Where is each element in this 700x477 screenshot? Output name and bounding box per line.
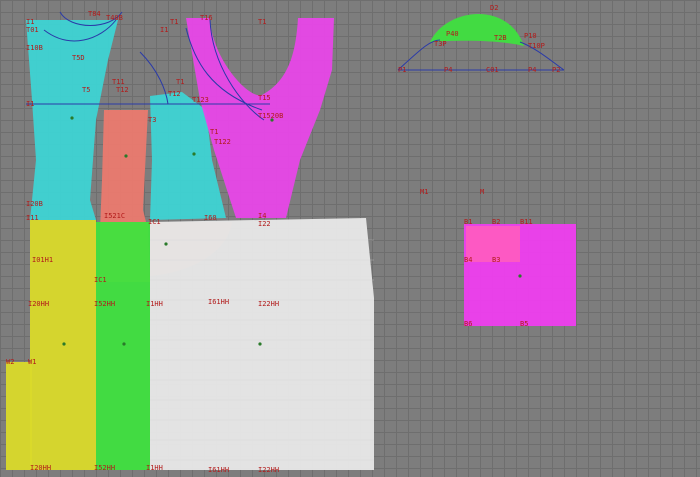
label: B2 bbox=[492, 218, 500, 226]
label: I1 bbox=[160, 26, 168, 34]
label: P1 bbox=[398, 66, 406, 74]
label: T10P bbox=[528, 42, 545, 50]
label: W2 bbox=[6, 358, 14, 366]
label: I20HH bbox=[30, 464, 51, 472]
label: I22HH bbox=[258, 300, 279, 308]
label: T1 bbox=[210, 128, 218, 136]
pattern-drawing[interactable]: I1 T01 I10B T84 T40B T5D T5 I1 T11 T12 I… bbox=[0, 0, 700, 477]
label: I52HH bbox=[94, 300, 115, 308]
label: I1HH bbox=[146, 464, 163, 472]
label: T3P bbox=[434, 40, 447, 48]
label: I01H1 bbox=[32, 256, 53, 264]
label: I20HH bbox=[28, 300, 49, 308]
label: T1520B bbox=[258, 112, 283, 120]
label: T84 bbox=[88, 10, 101, 18]
label: T16 bbox=[200, 14, 213, 22]
label: I4 bbox=[258, 212, 266, 220]
label: IC1 bbox=[94, 276, 107, 284]
pattern-pieces[interactable] bbox=[6, 13, 576, 470]
label: T12 bbox=[116, 86, 129, 94]
label: P40 bbox=[446, 30, 459, 38]
label: T2B bbox=[494, 34, 507, 42]
label: I1HH bbox=[146, 300, 163, 308]
label: C01 bbox=[486, 66, 499, 74]
label: B11 bbox=[520, 218, 533, 226]
piece-yellow-bottom[interactable] bbox=[6, 362, 32, 470]
label: I61HH bbox=[208, 298, 229, 306]
label: T12 bbox=[168, 90, 181, 98]
label: D2 bbox=[490, 4, 498, 12]
label: T1 bbox=[170, 18, 178, 26]
label: M bbox=[480, 188, 484, 196]
label: P4 bbox=[528, 66, 536, 74]
label: T1 bbox=[258, 18, 266, 26]
label: I1 bbox=[26, 18, 34, 26]
label: T1 bbox=[176, 78, 184, 86]
label: IC1 bbox=[148, 218, 161, 226]
label: T40B bbox=[106, 14, 123, 22]
label: I60 bbox=[204, 214, 217, 222]
label: M1 bbox=[420, 188, 428, 196]
label: T3 bbox=[148, 116, 156, 124]
label: B3 bbox=[492, 256, 500, 264]
label: T122 bbox=[214, 138, 231, 146]
label: T11 bbox=[112, 78, 125, 86]
label: B1 bbox=[464, 218, 472, 226]
label: B6 bbox=[464, 320, 472, 328]
label: I11 bbox=[26, 214, 39, 222]
label: T5 bbox=[82, 86, 90, 94]
label: P2 bbox=[552, 66, 560, 74]
label: B4 bbox=[464, 256, 472, 264]
piece-green-strip[interactable] bbox=[96, 222, 150, 470]
label: I20B bbox=[26, 200, 43, 208]
label: I61HH bbox=[208, 466, 229, 474]
label: T15 bbox=[258, 94, 271, 102]
label: W1 bbox=[28, 358, 36, 366]
label: I521C bbox=[104, 212, 125, 220]
label: I10B bbox=[26, 44, 43, 52]
label: I22HH bbox=[258, 466, 279, 474]
label: I22 bbox=[258, 220, 271, 228]
label: T01 bbox=[26, 26, 39, 34]
label: P4 bbox=[444, 66, 452, 74]
label: B5 bbox=[520, 320, 528, 328]
piece-white-skirt[interactable] bbox=[150, 218, 374, 470]
pattern-canvas[interactable]: I1 T01 I10B T84 T40B T5D T5 I1 T11 T12 I… bbox=[0, 0, 700, 477]
label: T5D bbox=[72, 54, 85, 62]
label: T123 bbox=[192, 96, 209, 104]
label: P10 bbox=[524, 32, 537, 40]
label: I52HH bbox=[94, 464, 115, 472]
label: I1 bbox=[26, 100, 34, 108]
